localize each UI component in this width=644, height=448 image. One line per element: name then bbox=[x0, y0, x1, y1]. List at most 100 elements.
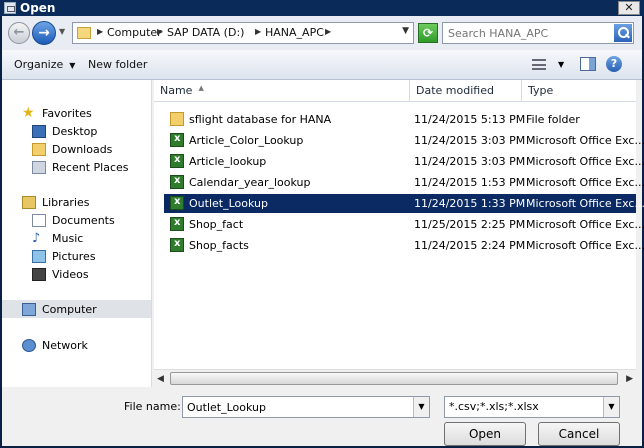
table-row[interactable]: Calendar_year_lookup 11/24/2015 1:53 PM … bbox=[164, 173, 644, 192]
table-row[interactable]: sflight database for HANA 11/24/2015 5:1… bbox=[164, 110, 636, 129]
breadcrumb-folder[interactable]: HANA_APC bbox=[265, 26, 324, 39]
address-bar[interactable]: ▶ Computer ▶ SAP DATA (D:) ▶ HANA_APC ▶ … bbox=[72, 22, 414, 44]
cancel-button[interactable]: Cancel bbox=[538, 422, 620, 446]
nav-label: Computer bbox=[42, 303, 97, 316]
scrollbar-thumb[interactable] bbox=[170, 372, 618, 385]
file-date: 11/24/2015 1:33 PM bbox=[414, 197, 526, 210]
table-row[interactable]: Article_lookup 11/24/2015 3:03 PM Micros… bbox=[164, 152, 644, 171]
scroll-left-icon[interactable]: ◀ bbox=[157, 374, 164, 384]
file-list: Name ▲ Date modified Type sflight databas… bbox=[154, 80, 644, 387]
sort-ascending-icon: ▲ bbox=[198, 84, 204, 92]
file-name: Shop_fact bbox=[189, 218, 244, 231]
open-button[interactable]: Open bbox=[444, 422, 526, 446]
file-type: Microsoft Office Exc... bbox=[526, 176, 644, 189]
file-name: sflight database for HANA bbox=[189, 113, 332, 126]
excel-icon bbox=[170, 133, 184, 147]
chevron-right-icon[interactable]: ▶ bbox=[97, 27, 103, 36]
excel-icon bbox=[170, 175, 184, 189]
file-type-value: *.csv;*.xls;*.xlsx bbox=[449, 400, 539, 413]
new-folder-button[interactable]: New folder bbox=[88, 58, 147, 71]
file-type: Microsoft Office Exc... bbox=[526, 155, 644, 168]
scroll-right-icon[interactable]: ▶ bbox=[626, 374, 633, 384]
file-name: Outlet_Lookup bbox=[189, 197, 268, 210]
table-row-selected[interactable]: Outlet_Lookup 11/24/2015 1:33 PM Microso… bbox=[164, 194, 644, 213]
chevron-down-icon: ▼ bbox=[69, 61, 76, 70]
nav-label: Recent Places bbox=[52, 161, 129, 174]
search-box[interactable] bbox=[442, 22, 634, 44]
organize-button[interactable]: Organize ▼ bbox=[14, 58, 75, 71]
preview-pane-icon[interactable] bbox=[580, 57, 596, 71]
back-button[interactable]: ← bbox=[8, 22, 30, 44]
breadcrumb-computer[interactable]: Computer bbox=[107, 26, 162, 39]
folder-icon bbox=[77, 27, 91, 39]
file-name: Shop_facts bbox=[189, 239, 249, 252]
excel-icon bbox=[170, 196, 184, 210]
network-icon bbox=[22, 339, 36, 352]
change-view-icon[interactable] bbox=[532, 59, 546, 70]
nav-label: Desktop bbox=[52, 125, 98, 138]
chevron-down-icon[interactable]: ▼ bbox=[413, 397, 429, 417]
address-dropdown-icon[interactable]: ▼ bbox=[402, 26, 409, 36]
table-row[interactable]: Article_Color_Lookup 11/24/2015 3:03 PM … bbox=[164, 131, 644, 150]
nav-label: Libraries bbox=[42, 196, 90, 209]
column-header-row: Name ▲ Date modified Type bbox=[154, 80, 636, 102]
history-dropdown-icon[interactable]: ▼ bbox=[59, 27, 65, 36]
file-name: Article_Color_Lookup bbox=[189, 134, 304, 147]
column-header-name[interactable]: Name ▲ bbox=[154, 80, 410, 102]
close-button[interactable]: ✕ bbox=[618, 1, 640, 15]
nav-label: Downloads bbox=[52, 143, 113, 156]
nav-label: Music bbox=[52, 232, 84, 245]
documents-icon bbox=[32, 214, 46, 227]
search-input[interactable] bbox=[443, 23, 611, 43]
view-options-dropdown-icon[interactable]: ▼ bbox=[558, 60, 564, 69]
table-row[interactable]: Shop_facts 11/24/2015 2:24 PM Microsoft … bbox=[164, 236, 644, 255]
file-date: 11/24/2015 1:53 PM bbox=[414, 176, 526, 189]
nav-label: Network bbox=[42, 339, 88, 352]
dialog-title: Open bbox=[20, 1, 56, 15]
videos-icon bbox=[32, 268, 46, 281]
forward-button[interactable]: → bbox=[32, 21, 56, 45]
music-icon: ♪ bbox=[32, 231, 41, 246]
libraries-icon bbox=[22, 196, 36, 209]
file-type: File folder bbox=[526, 113, 580, 126]
file-name: Article_lookup bbox=[189, 155, 267, 168]
file-date: 11/24/2015 3:03 PM bbox=[414, 155, 526, 168]
file-date: 11/25/2015 2:25 PM bbox=[414, 218, 526, 231]
navigation-pane: ★ Favorites Desktop Downloads Recent Pla… bbox=[2, 80, 152, 387]
nav-label: Favorites bbox=[42, 107, 92, 120]
toolbar: Organize ▼ New folder ▼ ? bbox=[2, 50, 642, 80]
file-name: Calendar_year_lookup bbox=[189, 176, 311, 189]
chevron-right-icon[interactable]: ▶ bbox=[325, 27, 331, 36]
breadcrumb-drive[interactable]: SAP DATA (D:) bbox=[167, 26, 244, 39]
file-type: Microsoft Office Exc... bbox=[526, 134, 644, 147]
folder-icon bbox=[170, 112, 184, 126]
horizontal-scrollbar[interactable]: ◀ ▶ bbox=[154, 369, 636, 387]
dialog-icon bbox=[4, 2, 16, 14]
excel-icon bbox=[170, 154, 184, 168]
file-name-input[interactable] bbox=[183, 397, 411, 417]
file-name-combobox[interactable]: ▼ bbox=[182, 396, 430, 418]
column-header-type[interactable]: Type bbox=[522, 80, 636, 102]
file-type-select[interactable]: *.csv;*.xls;*.xlsx ▼ bbox=[444, 396, 620, 418]
chevron-down-icon[interactable]: ▼ bbox=[603, 397, 619, 417]
organize-label: Organize bbox=[14, 58, 64, 71]
chevron-right-icon[interactable]: ▶ bbox=[157, 27, 163, 36]
help-icon[interactable]: ? bbox=[606, 56, 622, 72]
dialog-body: ← → ▼ ▶ Computer ▶ SAP DATA (D:) ▶ HANA_… bbox=[2, 16, 644, 446]
chevron-right-icon[interactable]: ▶ bbox=[255, 27, 261, 36]
excel-icon bbox=[170, 238, 184, 252]
downloads-icon bbox=[32, 143, 46, 156]
refresh-button[interactable]: ⟳ bbox=[418, 23, 438, 43]
column-name-label: Name bbox=[160, 84, 193, 97]
table-row[interactable]: Shop_fact 11/25/2015 2:25 PM Microsoft O… bbox=[164, 215, 644, 234]
excel-icon bbox=[170, 217, 184, 231]
column-header-date[interactable]: Date modified bbox=[410, 80, 522, 102]
file-date: 11/24/2015 2:24 PM bbox=[414, 239, 526, 252]
search-icon[interactable] bbox=[614, 24, 632, 42]
file-type: Microsoft Office Exc... bbox=[526, 239, 644, 252]
open-dialog: Open ✕ ← → ▼ ▶ Computer ▶ SAP DATA (D:) … bbox=[0, 0, 644, 448]
nav-label: Documents bbox=[52, 214, 115, 227]
file-type: Microsoft Office Exc... bbox=[526, 218, 644, 231]
file-date: 11/24/2015 3:03 PM bbox=[414, 134, 526, 147]
star-icon: ★ bbox=[22, 105, 35, 121]
